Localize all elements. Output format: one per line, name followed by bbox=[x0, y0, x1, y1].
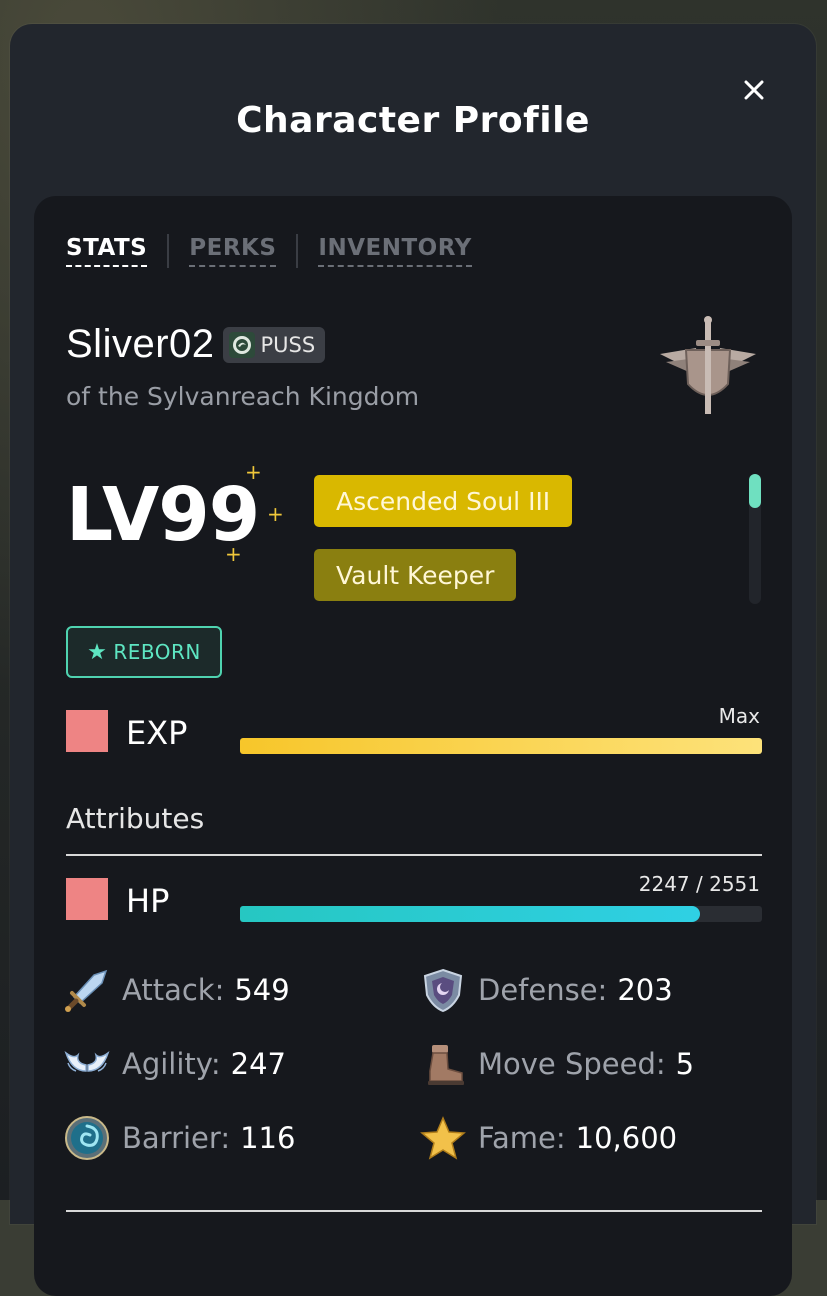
stat-label: Agility: bbox=[122, 1047, 221, 1081]
title-badge-vault-keeper[interactable]: Vault Keeper bbox=[314, 549, 517, 601]
guild-badge[interactable]: PUSS bbox=[222, 326, 326, 363]
stat-barrier: Barrier: 116 bbox=[64, 1114, 295, 1162]
guild-emblem-icon bbox=[228, 331, 255, 358]
stat-label: Fame: bbox=[478, 1121, 566, 1155]
tab-perks[interactable]: PERKS bbox=[189, 235, 277, 267]
section-divider bbox=[66, 1210, 762, 1212]
close-icon bbox=[744, 80, 764, 100]
stat-value: 116 bbox=[240, 1121, 296, 1155]
shield-icon bbox=[423, 968, 463, 1013]
stat-fame: Fame: 10,600 bbox=[420, 1114, 677, 1162]
rank-emblem-icon bbox=[660, 316, 756, 414]
stat-label: Move Speed: bbox=[478, 1047, 666, 1081]
reborn-label: REBORN bbox=[113, 640, 201, 664]
character-name: Sliver02 bbox=[66, 322, 215, 366]
stat-value: 10,600 bbox=[575, 1121, 678, 1155]
vortex-orb-icon bbox=[65, 1116, 109, 1160]
title-badge-ascended-soul[interactable]: Ascended Soul III bbox=[314, 475, 573, 527]
stat-label: Defense: bbox=[478, 973, 608, 1007]
sparkle-icon: + bbox=[267, 502, 284, 526]
guild-tag: PUSS bbox=[260, 332, 316, 357]
hp-icon bbox=[66, 878, 108, 920]
hp-bar-fill bbox=[240, 906, 700, 922]
exp-bar-fill bbox=[240, 738, 762, 754]
stat-agility: Agility: 247 bbox=[64, 1040, 286, 1088]
tab-divider bbox=[296, 234, 299, 268]
sparkle-icon: + bbox=[225, 542, 242, 566]
stat-label: Attack: bbox=[122, 973, 225, 1007]
attributes-heading: Attributes bbox=[66, 802, 205, 835]
stat-defense: Defense: 203 bbox=[420, 966, 673, 1014]
sword-icon bbox=[65, 969, 108, 1012]
hp-label: HP bbox=[126, 882, 170, 920]
star-icon bbox=[420, 1116, 466, 1160]
stat-value: 247 bbox=[230, 1047, 286, 1081]
character-name-row: Sliver02 PUSS bbox=[66, 322, 326, 367]
stat-value: 5 bbox=[675, 1047, 695, 1081]
boot-icon bbox=[428, 1045, 464, 1085]
exp-bar bbox=[240, 738, 762, 754]
wings-icon bbox=[64, 1050, 110, 1072]
exp-value: Max bbox=[718, 704, 760, 728]
character-profile-modal: Character Profile STATS PERKS INVENTORY … bbox=[10, 24, 816, 1296]
modal-title: Character Profile bbox=[236, 100, 590, 141]
attributes-divider bbox=[66, 854, 762, 856]
exp-icon bbox=[66, 710, 108, 752]
hp-bar bbox=[240, 906, 762, 922]
stat-value: 203 bbox=[617, 973, 673, 1007]
stat-value: 549 bbox=[234, 973, 290, 1007]
tab-bar: STATS PERKS INVENTORY bbox=[66, 234, 472, 268]
tab-inventory[interactable]: INVENTORY bbox=[318, 235, 472, 267]
exp-label: EXP bbox=[126, 714, 188, 752]
tab-divider bbox=[167, 234, 170, 268]
stat-move-speed: Move Speed: 5 bbox=[420, 1040, 694, 1088]
stat-attack: Attack: 549 bbox=[64, 966, 290, 1014]
star-icon: ★ bbox=[87, 639, 108, 665]
tab-stats[interactable]: STATS bbox=[66, 235, 148, 267]
scrollbar-thumb[interactable] bbox=[749, 474, 761, 508]
titles-scrollbar[interactable] bbox=[749, 474, 761, 604]
sparkle-icon: + bbox=[245, 460, 262, 484]
reborn-badge: ★ REBORN bbox=[66, 626, 222, 678]
hp-value: 2247 / 2551 bbox=[638, 872, 760, 896]
kingdom-label: of the Sylvanreach Kingdom bbox=[66, 382, 420, 411]
profile-card: STATS PERKS INVENTORY Sliver02 PUSS of t… bbox=[34, 196, 792, 1296]
stat-label: Barrier: bbox=[122, 1121, 231, 1155]
